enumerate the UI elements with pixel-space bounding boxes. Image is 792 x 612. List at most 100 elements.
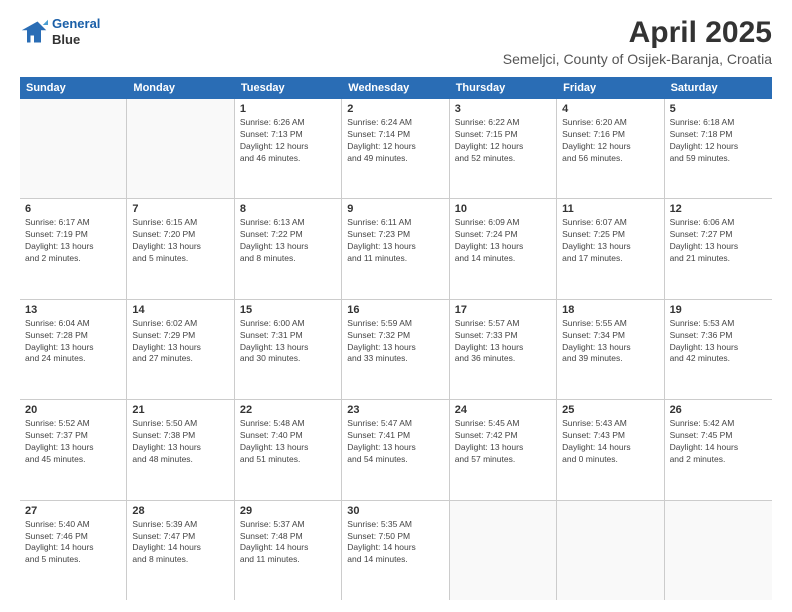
day-number: 1	[240, 103, 336, 115]
day-number: 18	[562, 304, 658, 316]
calendar-cell: 17 Sunrise: 5:57 AM Sunset: 7:33 PM Dayli…	[450, 300, 557, 399]
weekday-header-wednesday: Wednesday	[342, 77, 449, 99]
calendar-cell: 27 Sunrise: 5:40 AM Sunset: 7:46 PM Dayli…	[20, 501, 127, 600]
calendar: SundayMondayTuesdayWednesdayThursdayFrid…	[20, 77, 772, 600]
day-info: Sunrise: 6:09 AM Sunset: 7:24 PM Dayligh…	[455, 217, 551, 265]
day-info: Sunrise: 6:24 AM Sunset: 7:14 PM Dayligh…	[347, 117, 443, 165]
day-info: Sunrise: 5:35 AM Sunset: 7:50 PM Dayligh…	[347, 519, 443, 567]
day-info: Sunrise: 6:18 AM Sunset: 7:18 PM Dayligh…	[670, 117, 767, 165]
day-number: 30	[347, 505, 443, 517]
calendar-cell: 19 Sunrise: 5:53 AM Sunset: 7:36 PM Dayli…	[665, 300, 772, 399]
day-info: Sunrise: 6:07 AM Sunset: 7:25 PM Dayligh…	[562, 217, 658, 265]
calendar-cell: 26Sunrise: 5:42 AM Sunset: 7:45 PM Dayli…	[665, 400, 772, 499]
day-info: Sunrise: 5:55 AM Sunset: 7:34 PM Dayligh…	[562, 318, 658, 366]
day-number: 15	[240, 304, 336, 316]
calendar-cell: 16 Sunrise: 5:59 AM Sunset: 7:32 PM Dayli…	[342, 300, 449, 399]
day-number: 9	[347, 203, 443, 215]
calendar-cell	[20, 99, 127, 198]
weekday-header-tuesday: Tuesday	[235, 77, 342, 99]
calendar-cell: 15 Sunrise: 6:00 AM Sunset: 7:31 PM Dayli…	[235, 300, 342, 399]
day-number: 12	[670, 203, 767, 215]
calendar-cell: 3Sunrise: 6:22 AM Sunset: 7:15 PM Daylig…	[450, 99, 557, 198]
calendar-cell: 14 Sunrise: 6:02 AM Sunset: 7:29 PM Dayli…	[127, 300, 234, 399]
calendar-cell: 30 Sunrise: 5:35 AM Sunset: 7:50 PM Dayli…	[342, 501, 449, 600]
day-number: 14	[132, 304, 228, 316]
day-info: Sunrise: 6:04 AM Sunset: 7:28 PM Dayligh…	[25, 318, 121, 366]
weekday-header-sunday: Sunday	[20, 77, 127, 99]
day-info: Sunrise: 5:40 AM Sunset: 7:46 PM Dayligh…	[25, 519, 121, 567]
day-info: Sunrise: 6:11 AM Sunset: 7:23 PM Dayligh…	[347, 217, 443, 265]
day-number: 4	[562, 103, 658, 115]
day-info: Sunrise: 5:53 AM Sunset: 7:36 PM Dayligh…	[670, 318, 767, 366]
day-number: 25	[562, 404, 658, 416]
day-number: 17	[455, 304, 551, 316]
day-number: 16	[347, 304, 443, 316]
day-number: 10	[455, 203, 551, 215]
day-info: Sunrise: 5:39 AM Sunset: 7:47 PM Dayligh…	[132, 519, 228, 567]
day-number: 2	[347, 103, 443, 115]
calendar-cell: 22 Sunrise: 5:48 AM Sunset: 7:40 PM Dayli…	[235, 400, 342, 499]
calendar-cell: 29 Sunrise: 5:37 AM Sunset: 7:48 PM Dayli…	[235, 501, 342, 600]
logo-text: General Blue	[52, 16, 100, 47]
day-number: 26	[670, 404, 767, 416]
calendar-cell: 8 Sunrise: 6:13 AM Sunset: 7:22 PM Daylig…	[235, 199, 342, 298]
day-number: 6	[25, 203, 121, 215]
logo-icon	[20, 18, 48, 46]
calendar-cell: 24Sunrise: 5:45 AM Sunset: 7:42 PM Dayli…	[450, 400, 557, 499]
logo-blue: Blue	[52, 32, 100, 48]
day-info: Sunrise: 6:15 AM Sunset: 7:20 PM Dayligh…	[132, 217, 228, 265]
calendar-cell: 1Sunrise: 6:26 AM Sunset: 7:13 PM Daylig…	[235, 99, 342, 198]
calendar-row-5: 27 Sunrise: 5:40 AM Sunset: 7:46 PM Dayli…	[20, 501, 772, 600]
weekday-header-saturday: Saturday	[665, 77, 772, 99]
calendar-cell: 25 Sunrise: 5:43 AM Sunset: 7:43 PM Dayli…	[557, 400, 664, 499]
calendar-cell	[127, 99, 234, 198]
day-number: 7	[132, 203, 228, 215]
day-info: Sunrise: 5:52 AM Sunset: 7:37 PM Dayligh…	[25, 418, 121, 466]
calendar-body: 1Sunrise: 6:26 AM Sunset: 7:13 PM Daylig…	[20, 99, 772, 600]
calendar-row-2: 6 Sunrise: 6:17 AM Sunset: 7:19 PM Daylig…	[20, 199, 772, 299]
calendar-cell: 13 Sunrise: 6:04 AM Sunset: 7:28 PM Dayli…	[20, 300, 127, 399]
day-info: Sunrise: 5:37 AM Sunset: 7:48 PM Dayligh…	[240, 519, 336, 567]
day-number: 27	[25, 505, 121, 517]
logo-general: General	[52, 16, 100, 31]
day-number: 11	[562, 203, 658, 215]
calendar-cell	[557, 501, 664, 600]
day-info: Sunrise: 5:48 AM Sunset: 7:40 PM Dayligh…	[240, 418, 336, 466]
calendar-cell	[665, 501, 772, 600]
header: General Blue April 2025 Semeljci, County…	[20, 16, 772, 67]
day-info: Sunrise: 6:13 AM Sunset: 7:22 PM Dayligh…	[240, 217, 336, 265]
calendar-cell: 10 Sunrise: 6:09 AM Sunset: 7:24 PM Dayli…	[450, 199, 557, 298]
day-number: 3	[455, 103, 551, 115]
day-info: Sunrise: 5:50 AM Sunset: 7:38 PM Dayligh…	[132, 418, 228, 466]
day-info: Sunrise: 5:59 AM Sunset: 7:32 PM Dayligh…	[347, 318, 443, 366]
day-info: Sunrise: 5:43 AM Sunset: 7:43 PM Dayligh…	[562, 418, 658, 466]
day-info: Sunrise: 5:57 AM Sunset: 7:33 PM Dayligh…	[455, 318, 551, 366]
calendar-cell: 28Sunrise: 5:39 AM Sunset: 7:47 PM Dayli…	[127, 501, 234, 600]
day-number: 23	[347, 404, 443, 416]
day-number: 19	[670, 304, 767, 316]
calendar-row-3: 13 Sunrise: 6:04 AM Sunset: 7:28 PM Dayli…	[20, 300, 772, 400]
day-number: 21	[132, 404, 228, 416]
title-block: April 2025 Semeljci, County of Osijek-Ba…	[503, 16, 772, 67]
weekday-header-monday: Monday	[127, 77, 234, 99]
calendar-row-1: 1Sunrise: 6:26 AM Sunset: 7:13 PM Daylig…	[20, 99, 772, 199]
day-info: Sunrise: 6:00 AM Sunset: 7:31 PM Dayligh…	[240, 318, 336, 366]
calendar-row-4: 20Sunrise: 5:52 AM Sunset: 7:37 PM Dayli…	[20, 400, 772, 500]
day-number: 29	[240, 505, 336, 517]
day-number: 5	[670, 103, 767, 115]
location-title: Semeljci, County of Osijek-Baranja, Croa…	[503, 51, 772, 67]
day-info: Sunrise: 5:47 AM Sunset: 7:41 PM Dayligh…	[347, 418, 443, 466]
day-info: Sunrise: 6:02 AM Sunset: 7:29 PM Dayligh…	[132, 318, 228, 366]
weekday-header-thursday: Thursday	[450, 77, 557, 99]
logo: General Blue	[20, 16, 100, 47]
calendar-cell: 6 Sunrise: 6:17 AM Sunset: 7:19 PM Daylig…	[20, 199, 127, 298]
day-number: 8	[240, 203, 336, 215]
day-info: Sunrise: 6:17 AM Sunset: 7:19 PM Dayligh…	[25, 217, 121, 265]
calendar-header: SundayMondayTuesdayWednesdayThursdayFrid…	[20, 77, 772, 99]
day-number: 22	[240, 404, 336, 416]
calendar-cell: 7 Sunrise: 6:15 AM Sunset: 7:20 PM Daylig…	[127, 199, 234, 298]
page: General Blue April 2025 Semeljci, County…	[0, 0, 792, 612]
day-info: Sunrise: 6:06 AM Sunset: 7:27 PM Dayligh…	[670, 217, 767, 265]
day-number: 13	[25, 304, 121, 316]
calendar-cell	[450, 501, 557, 600]
